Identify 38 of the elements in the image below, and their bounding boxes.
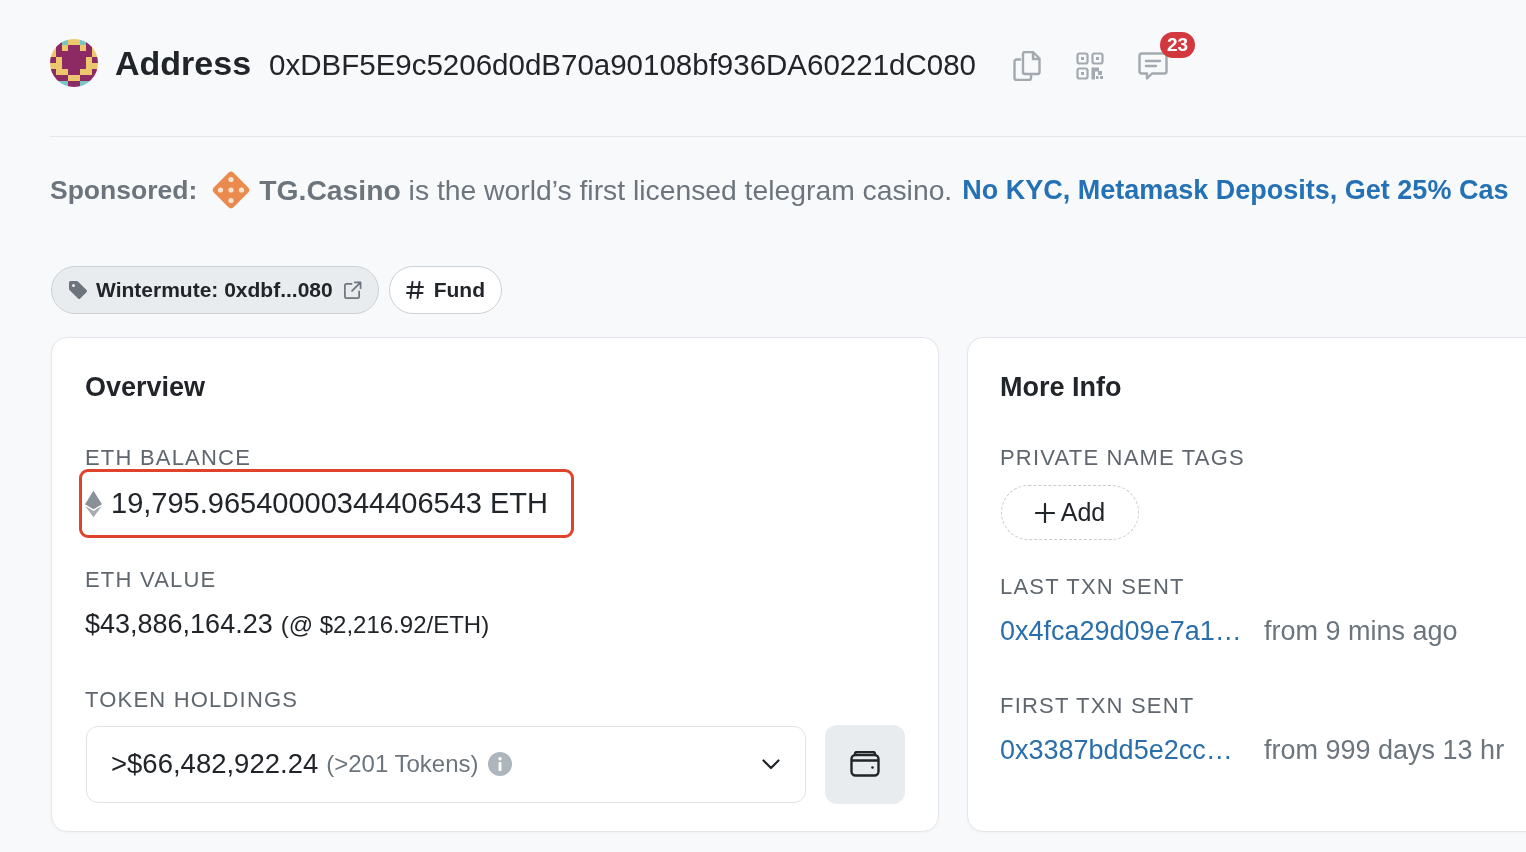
txn-hash-link[interactable]: 0x4fca29d09e7a1… <box>1000 614 1252 648</box>
hashtag-pill[interactable]: Fund <box>388 266 502 314</box>
txn-age-text: from 999 days 13 hr <box>1264 734 1505 767</box>
name-tag-pill[interactable]: Wintermute: 0xdbf...080 <box>51 266 379 314</box>
address-text: 0xDBF5E9c5206d0dB70a90108bf936DA60221dC080 <box>269 47 976 83</box>
card-title: More Info <box>1000 371 1122 404</box>
comments-button[interactable] <box>1138 51 1168 81</box>
notification-badge: 23 <box>1160 32 1196 58</box>
copy-icon <box>1012 51 1042 81</box>
hashtag-icon <box>405 281 424 299</box>
field-label: TOKEN HOLDINGS <box>85 685 299 714</box>
token-holdings-dropdown[interactable]: >$66,482,922.24 (>201 Tokens) <box>86 725 807 803</box>
ad-link[interactable]: No KYC, Metamask Deposits, Get 25% Cas <box>962 174 1509 206</box>
txn-hash-link[interactable]: 0x3387bdd5e2cc… <box>1000 733 1252 767</box>
txn-age-text: from 9 mins ago <box>1264 615 1458 648</box>
comment-icon <box>1138 51 1168 81</box>
wallet-icon <box>850 751 881 777</box>
field-label: FIRST TXN SENT <box>1000 692 1195 720</box>
page-title: Address <box>115 43 252 84</box>
eth-value-text: $43,886,164.23 <box>85 607 273 641</box>
field-label: ETH BALANCE <box>85 444 252 472</box>
eth-price-text: (@ $2,216.92/ETH) <box>280 609 490 640</box>
external-link-icon <box>342 280 362 300</box>
plus-icon <box>1034 502 1055 523</box>
field-label: PRIVATE NAME TAGS <box>1000 444 1245 472</box>
wallet-button[interactable] <box>825 724 905 804</box>
ethereum-icon <box>85 489 102 518</box>
info-icon <box>487 752 512 776</box>
identicon-icon <box>50 39 98 87</box>
sponsored-label: Sponsored: <box>50 174 198 206</box>
card-title: Overview <box>85 371 206 404</box>
chevron-down-icon <box>762 758 781 770</box>
field-label: LAST TXN SENT <box>1000 573 1185 601</box>
qr-code-icon <box>1076 52 1104 80</box>
tag-icon <box>68 280 88 300</box>
balance-text: 19,795.96540000344406543 ETH <box>111 487 548 520</box>
field-label: ETH VALUE <box>85 565 217 594</box>
ad-text: TG.Casino is the world’s first licensed telegram casino. <box>259 173 953 207</box>
